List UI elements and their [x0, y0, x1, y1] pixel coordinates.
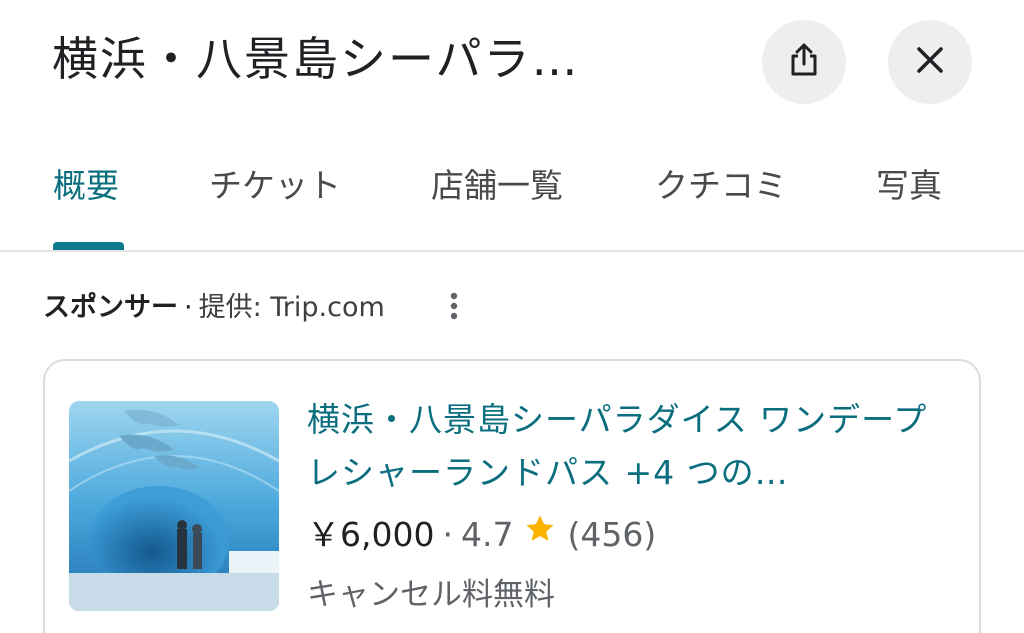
tab-photos[interactable]: 写真	[876, 162, 942, 210]
sponsor-label: スポンサー · 提供: Trip.com	[43, 286, 385, 330]
listing-rating: 4.7	[460, 515, 514, 554]
tab-reviews[interactable]: クチコミ	[655, 162, 787, 210]
meta-separator: ·	[442, 515, 453, 554]
sheet-header: 横浜・八景島シーパラ…	[0, 0, 1024, 130]
listing-title: 横浜・八景島シーパラダイス ワンデープレシャーランドパス +4 つの…	[307, 400, 928, 492]
share-icon	[784, 40, 824, 84]
listing-meta: ￥6,000 · 4.7 (456)	[307, 511, 656, 559]
tab-stores[interactable]: 店舗一覧	[431, 162, 563, 210]
sponsor-separator: ·	[184, 292, 193, 323]
page-title: 横浜・八景島シーパラ…	[52, 32, 580, 86]
tab-tickets[interactable]: チケット	[209, 162, 341, 210]
close-button[interactable]	[888, 20, 972, 104]
sponsor-provider: 提供: Trip.com	[198, 292, 385, 323]
tab-bar: 概要 チケット 店舗一覧 クチコミ 写真	[0, 140, 1024, 252]
ticket-listing-card[interactable]: 横浜・八景島シーパラダイス ワンデープレシャーランドパス +4 つの… ￥6,0…	[43, 359, 981, 633]
more-vert-icon	[450, 292, 458, 324]
listing-price: ￥6,000	[307, 515, 435, 554]
listing-thumbnail	[69, 401, 279, 611]
star-icon	[523, 511, 557, 559]
more-options-button[interactable]	[440, 290, 468, 326]
tab-overview[interactable]: 概要	[53, 162, 119, 210]
share-button[interactable]	[762, 20, 846, 104]
listing-review-count: (456)	[567, 515, 657, 554]
close-icon	[912, 42, 948, 82]
sponsor-text: スポンサー	[43, 292, 178, 323]
place-sheet: 横浜・八景島シーパラ… 概要 チケット 店舗一覧 クチコミ 写真 スポンサー ·…	[0, 0, 1024, 633]
active-tab-indicator	[53, 242, 124, 250]
cancellation-note: キャンセル料無料	[307, 577, 555, 613]
